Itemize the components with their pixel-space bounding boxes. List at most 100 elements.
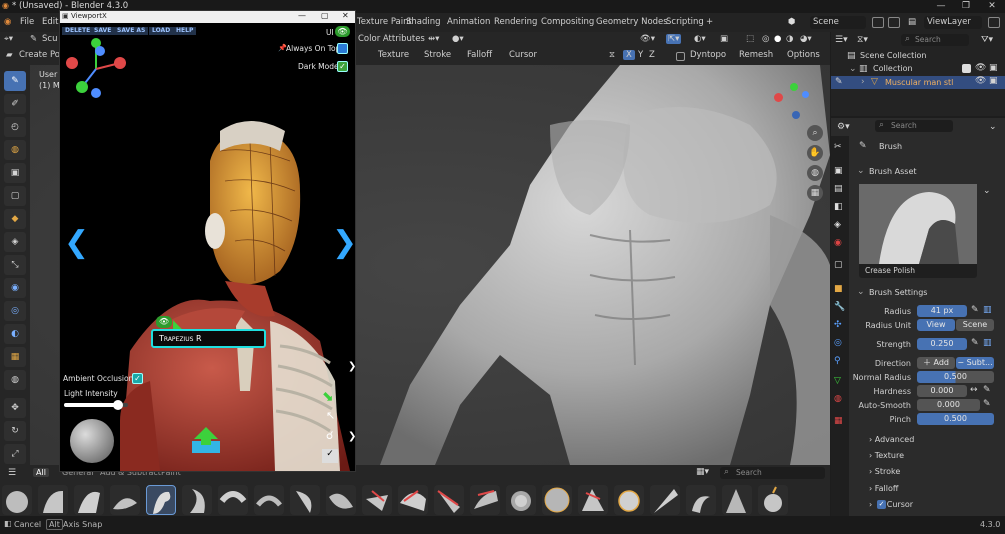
menu-edit[interactable]: Edit	[42, 17, 58, 27]
stroke-panel-toggle[interactable]: › Stroke	[869, 467, 900, 476]
autosmooth-pressure-icon[interactable]: ✎	[983, 399, 991, 409]
collection-tab-icon[interactable]: ▢	[834, 260, 846, 272]
direction-add-button[interactable]: ＋ Add	[917, 357, 955, 369]
outliner-editor-icon[interactable]: ☰▾	[835, 35, 848, 45]
autosmooth-slider[interactable]: 0.000	[917, 399, 980, 411]
tab-compositing[interactable]: Compositing	[541, 17, 594, 27]
brush-asset-inflate[interactable]	[398, 485, 428, 515]
brush-asset-pose[interactable]	[614, 485, 644, 515]
object-render-icon[interactable]: ▣	[989, 76, 998, 86]
brush-asset-label[interactable]: Brush Asset	[869, 167, 917, 176]
viewlayer-selector[interactable]: ViewLayer	[924, 16, 982, 29]
maximize-button[interactable]: ❐	[953, 0, 979, 13]
physics-tab-icon[interactable]: ◎	[834, 338, 846, 350]
object-pick-icon[interactable]: ✎	[835, 77, 843, 87]
delete-scene-icon[interactable]	[888, 17, 900, 28]
move-tool[interactable]: ✥	[4, 398, 26, 418]
output-tab-icon[interactable]: ▤	[834, 184, 846, 196]
pan-hand-icon[interactable]: ✋	[807, 145, 823, 161]
viewportx-save-as-button[interactable]: SAVE AS	[114, 27, 149, 35]
viewlayer-new-icon[interactable]	[988, 17, 1000, 28]
gizmo-toggle-icon[interactable]: ⇱▾	[666, 34, 682, 44]
active-tool-name[interactable]: Create Pol	[19, 50, 62, 60]
pivot-icon[interactable]: ●▾	[452, 34, 464, 44]
grid-view-icon[interactable]: ▦	[807, 185, 823, 201]
viewportx-next-arrow-icon[interactable]: ❯	[332, 225, 357, 260]
viewportx-upload-icon[interactable]	[188, 425, 224, 455]
texture-panel-toggle[interactable]: › Texture	[869, 451, 904, 460]
mode-selector[interactable]: Scu	[42, 34, 57, 44]
viewportx-titlebar[interactable]: ▣ ViewportX — ▢ ✕	[60, 11, 355, 23]
brush-asset-layer[interactable]	[434, 485, 464, 515]
options-dropdown[interactable]: Options	[787, 50, 820, 60]
stroke-dropdown[interactable]: Stroke	[424, 50, 451, 60]
axis-x-toggle[interactable]: X	[623, 50, 635, 60]
brush-tool-2[interactable]: ✐	[4, 94, 26, 114]
outliner-filter-funnel-icon[interactable]: ⛛▾	[981, 35, 993, 45]
always-on-top-toggle[interactable]	[337, 43, 348, 54]
strength-pen-pressure-icon[interactable]: ✎	[971, 338, 979, 348]
scale-tool[interactable]: ⤢	[4, 444, 26, 464]
wireframe-shading-icon[interactable]: ⬚	[746, 34, 754, 44]
hardness-slider[interactable]: 0.000	[917, 385, 967, 397]
brush-asset-crease-sharp[interactable]	[182, 485, 212, 515]
rotate-tool[interactable]: ↻	[4, 421, 26, 441]
cursor-dropdown[interactable]: Cursor	[509, 50, 537, 60]
tab-shading[interactable]: Shading	[406, 17, 441, 27]
tab-animation[interactable]: Animation	[447, 17, 490, 27]
line-project-tool[interactable]: ⤡	[4, 255, 26, 275]
collection-visibility-icon[interactable]: 👁	[975, 63, 986, 73]
viewportx-delete-button[interactable]: DELETE	[62, 27, 94, 35]
properties-editor-icon[interactable]: ⚙▾	[837, 122, 850, 132]
draw-brush-tool[interactable]: ✎	[4, 71, 26, 91]
brush-asset-snake-hook[interactable]	[758, 485, 788, 515]
brush-asset-fill[interactable]	[326, 485, 356, 515]
brush-asset-elastic[interactable]	[290, 485, 320, 515]
add-workspace-button[interactable]: +	[706, 17, 713, 27]
brush-tool-4[interactable]: ◍	[4, 140, 26, 160]
view-object-types-icon[interactable]: 👁▾	[640, 34, 655, 44]
viewportx-maximize-button[interactable]: ▢	[321, 11, 329, 20]
collection-label[interactable]: Collection	[873, 64, 913, 73]
dark-mode-checkbox[interactable]: ✓	[337, 61, 348, 72]
outliner-row-object[interactable]: ✎ › ▽ Muscular man stl 👁 ▣	[831, 76, 1005, 89]
brush-asset-blob[interactable]	[2, 485, 32, 515]
viewportx-save-button[interactable]: SAVE	[91, 27, 115, 35]
tab-texture-paint[interactable]: Texture Paint	[357, 17, 412, 27]
face-set-tool[interactable]: ◆	[4, 209, 26, 229]
constraints-tab-icon[interactable]: ⚲	[834, 356, 846, 368]
muscle-visibility-icon[interactable]: 👁	[156, 316, 172, 328]
viewportx-tool-check-icon[interactable]: ✓	[322, 449, 338, 463]
close-button[interactable]: ✕	[979, 0, 1005, 13]
material-shading-icon[interactable]: ●	[774, 34, 781, 44]
menu-file[interactable]: File	[20, 17, 34, 27]
edit-face-set-tool[interactable]: ▦	[4, 347, 26, 367]
editor-type-icon[interactable]: ⌖▾	[4, 34, 13, 44]
viewportx-ui-eye-icon[interactable]: 👁	[335, 26, 350, 37]
brush-asset-grab[interactable]	[362, 485, 392, 515]
tab-scripting[interactable]: Scripting	[666, 17, 704, 27]
camera-view-icon[interactable]: ◍	[807, 165, 823, 181]
viewportx-side-arrow-2-icon[interactable]: ❯	[348, 431, 356, 442]
mesh-filter-tool[interactable]: ◉	[4, 278, 26, 298]
brush-settings-label[interactable]: Brush Settings	[869, 288, 927, 297]
outliner-search-input[interactable]: Search	[901, 34, 969, 46]
brush-asset-clay[interactable]	[38, 485, 68, 515]
brush-asset-preview[interactable]: Crease Polish	[859, 184, 977, 278]
viewportx-minimize-button[interactable]: —	[298, 11, 306, 20]
render-tab-icon[interactable]: ▣	[834, 166, 846, 178]
brush-asset-expand-icon[interactable]: ⌄	[857, 166, 865, 176]
color-attributes-dropdown[interactable]: Color Attributes	[358, 34, 425, 44]
texture-dropdown[interactable]: Texture	[378, 50, 409, 60]
brush-asset-clay-strips[interactable]	[74, 485, 104, 515]
brush-asset-draw-sharp[interactable]	[254, 485, 284, 515]
scene-tab-icon[interactable]: ◈	[834, 220, 846, 232]
viewportx-window[interactable]: ▣ ViewportX — ▢ ✕ DELETE SAVE SAVE AS LO…	[59, 10, 357, 472]
anatomy-model[interactable]	[60, 91, 355, 471]
mask-tool[interactable]: ▣	[4, 163, 26, 183]
object-tab-icon[interactable]: ■	[834, 284, 846, 296]
shelf-display-icon[interactable]: ▦▾	[696, 467, 709, 477]
collection-checkbox[interactable]	[962, 64, 971, 73]
viewportx-load-button[interactable]: LOAD	[149, 27, 174, 35]
properties-search-input[interactable]: Search	[875, 120, 953, 132]
